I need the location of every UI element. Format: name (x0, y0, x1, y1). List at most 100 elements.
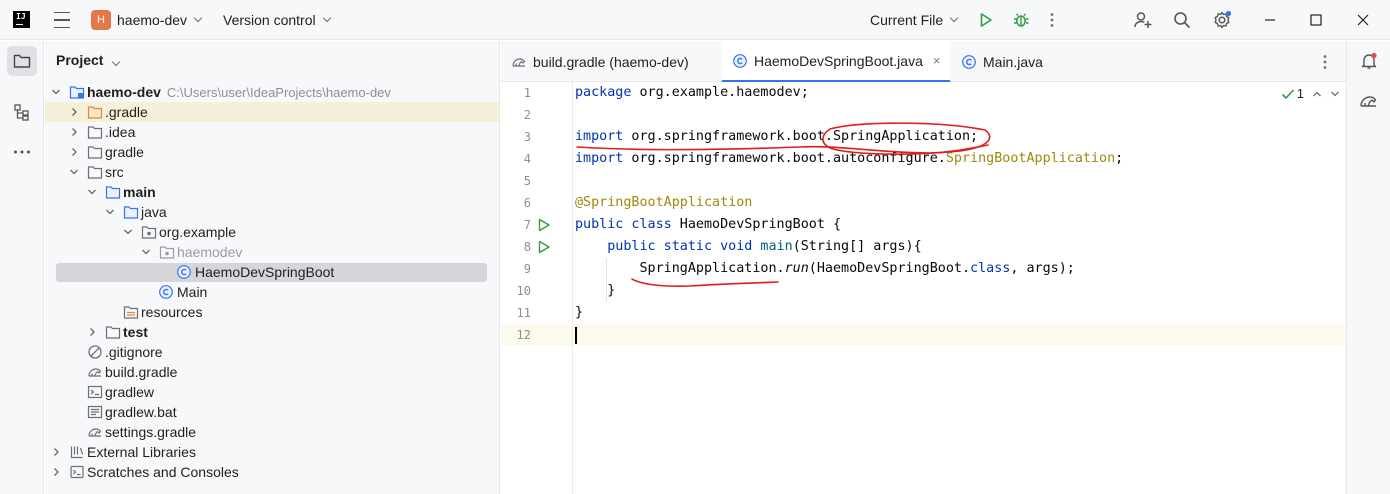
expand-arrow-icon[interactable] (86, 186, 98, 198)
tree-item-gradle[interactable]: gradle (45, 142, 499, 162)
code-line-6: @SpringBootApplication (575, 192, 752, 214)
folder-excluded-icon (87, 106, 103, 119)
run-config-label: Current File (870, 12, 944, 28)
scratches-icon (70, 465, 84, 479)
code-line-8: public static void main(String[] args){ (575, 236, 921, 258)
line-number: 9 (523, 262, 531, 276)
close-tab-icon[interactable]: × (933, 53, 941, 68)
tree-item-settings-gradle[interactable]: settings.gradle (45, 422, 499, 442)
add-user-icon (1134, 12, 1152, 28)
more-vertical-icon (1323, 54, 1327, 69)
chevron-up-icon[interactable] (1312, 89, 1322, 99)
tree-label: gradlew.bat (105, 404, 177, 420)
maximize-button[interactable] (1310, 0, 1322, 40)
tree-item-haemodevspringboot[interactable]: HaemoDevSpringBoot (45, 262, 499, 282)
left-tool-strip (0, 41, 44, 494)
collapsed-arrow-icon[interactable] (68, 146, 80, 158)
tree-label: test (123, 324, 148, 340)
class-icon (962, 54, 976, 69)
tree-item-src[interactable]: src (45, 162, 499, 182)
code-line-3: import org.springframework.boot.SpringAp… (575, 126, 978, 148)
project-path: C:\Users\user\IdeaProjects\haemo-dev (166, 85, 391, 100)
settings-button[interactable] (1212, 0, 1232, 40)
tree-item-main-class[interactable]: Main (45, 282, 499, 302)
tree-item-scratches[interactable]: Scratches and Consoles (45, 462, 499, 482)
expand-arrow-icon[interactable] (68, 166, 80, 178)
tree-label: java (141, 204, 167, 220)
tree-item-gradlew[interactable]: gradlew (45, 382, 499, 402)
collapsed-arrow-icon[interactable] (50, 446, 62, 458)
tree-item-main[interactable]: main (45, 182, 499, 202)
debug-button[interactable] (1012, 0, 1030, 40)
gradle-icon (88, 428, 102, 437)
tree-item-resources[interactable]: resources (45, 302, 499, 322)
structure-icon (14, 104, 29, 121)
tree-item-java[interactable]: java (45, 202, 499, 222)
package-icon (141, 226, 157, 239)
run-gutter-icon[interactable] (537, 218, 551, 232)
search-button[interactable] (1173, 0, 1191, 40)
tree-label: main (123, 184, 156, 200)
class-icon (177, 265, 191, 279)
tree-item-gradle-cache[interactable]: .gradle (45, 102, 499, 122)
tree-item-idea[interactable]: .idea (45, 122, 499, 142)
inspection-count: 1 (1296, 86, 1304, 101)
run-gutter-icon[interactable] (537, 240, 551, 254)
expand-arrow-icon[interactable] (140, 246, 152, 258)
expand-arrow-icon[interactable] (122, 226, 134, 238)
collapsed-arrow-icon[interactable] (68, 106, 80, 118)
tree-item-external-libraries[interactable]: External Libraries (45, 442, 499, 462)
more-actions-button[interactable] (1050, 0, 1054, 40)
expand-arrow-icon[interactable] (50, 86, 62, 98)
minimize-button[interactable] (1264, 0, 1276, 40)
keyword: class (970, 261, 1011, 276)
run-config-selector[interactable]: Current File (870, 0, 959, 40)
keyword: import (575, 151, 624, 166)
structure-tool-button[interactable] (7, 97, 37, 127)
code-text: , args); (1010, 261, 1075, 276)
tab-main-java[interactable]: Main.java (961, 41, 1043, 82)
tab-options-button[interactable] (1323, 41, 1327, 82)
tab-haemodevspringboot[interactable]: HaemoDevSpringBoot.java × (722, 41, 951, 82)
code-text: ; (1115, 151, 1124, 166)
expand-arrow-icon[interactable] (104, 206, 116, 218)
tab-build-gradle[interactable]: build.gradle (haemo-dev) (511, 41, 689, 82)
intellij-logo[interactable]: IJ (13, 11, 30, 28)
gradle-tool-button[interactable] (1354, 86, 1384, 116)
bell-icon (1361, 52, 1377, 69)
close-window-button[interactable] (1357, 0, 1369, 40)
run-button[interactable] (978, 0, 994, 40)
debug-bug-icon (1014, 13, 1029, 27)
tree-item-org-example[interactable]: org.example (45, 222, 499, 242)
text-caret (575, 327, 577, 344)
tree-item-gitignore[interactable]: .gitignore (45, 342, 499, 362)
folder-icon (87, 126, 103, 139)
collapsed-arrow-icon[interactable] (86, 326, 98, 338)
line-number: 8 (523, 240, 531, 254)
code-line-4: import org.springframework.boot.autoconf… (575, 148, 1123, 170)
class-icon (733, 53, 747, 68)
tree-label: gradlew (105, 384, 155, 400)
collapsed-arrow-icon[interactable] (50, 466, 62, 478)
more-tools-button[interactable] (7, 137, 37, 167)
tree-item-haemodev[interactable]: haemodev (45, 242, 499, 262)
tree-item-gradlew-bat[interactable]: gradlew.bat (45, 402, 499, 422)
tree-label: haemodev (177, 244, 243, 260)
editor-scrollbar[interactable] (1332, 82, 1346, 494)
keyword: public class (575, 217, 672, 232)
collapsed-arrow-icon[interactable] (68, 126, 80, 138)
package-icon (159, 246, 175, 259)
resources-folder-icon (123, 306, 139, 319)
notifications-button[interactable] (1354, 46, 1384, 76)
tree-label: External Libraries (87, 444, 196, 460)
tree-item-test[interactable]: test (45, 322, 499, 342)
tree-item-haemo-dev[interactable]: haemo-dev C:\Users\user\IdeaProjects\haem… (45, 82, 499, 102)
keyword: public static void (575, 239, 753, 254)
search-icon (1174, 12, 1191, 29)
tree-item-build-gradle[interactable]: build.gradle (45, 362, 499, 382)
project-tool-button[interactable] (7, 46, 37, 76)
code-editor[interactable]: 1 2 3 4 5 6 7 8 9 10 11 12 package org.e… (501, 82, 1346, 494)
tree-label: Scratches and Consoles (87, 464, 239, 480)
code-with-me-button[interactable] (1133, 0, 1153, 40)
class-icon (159, 285, 173, 299)
